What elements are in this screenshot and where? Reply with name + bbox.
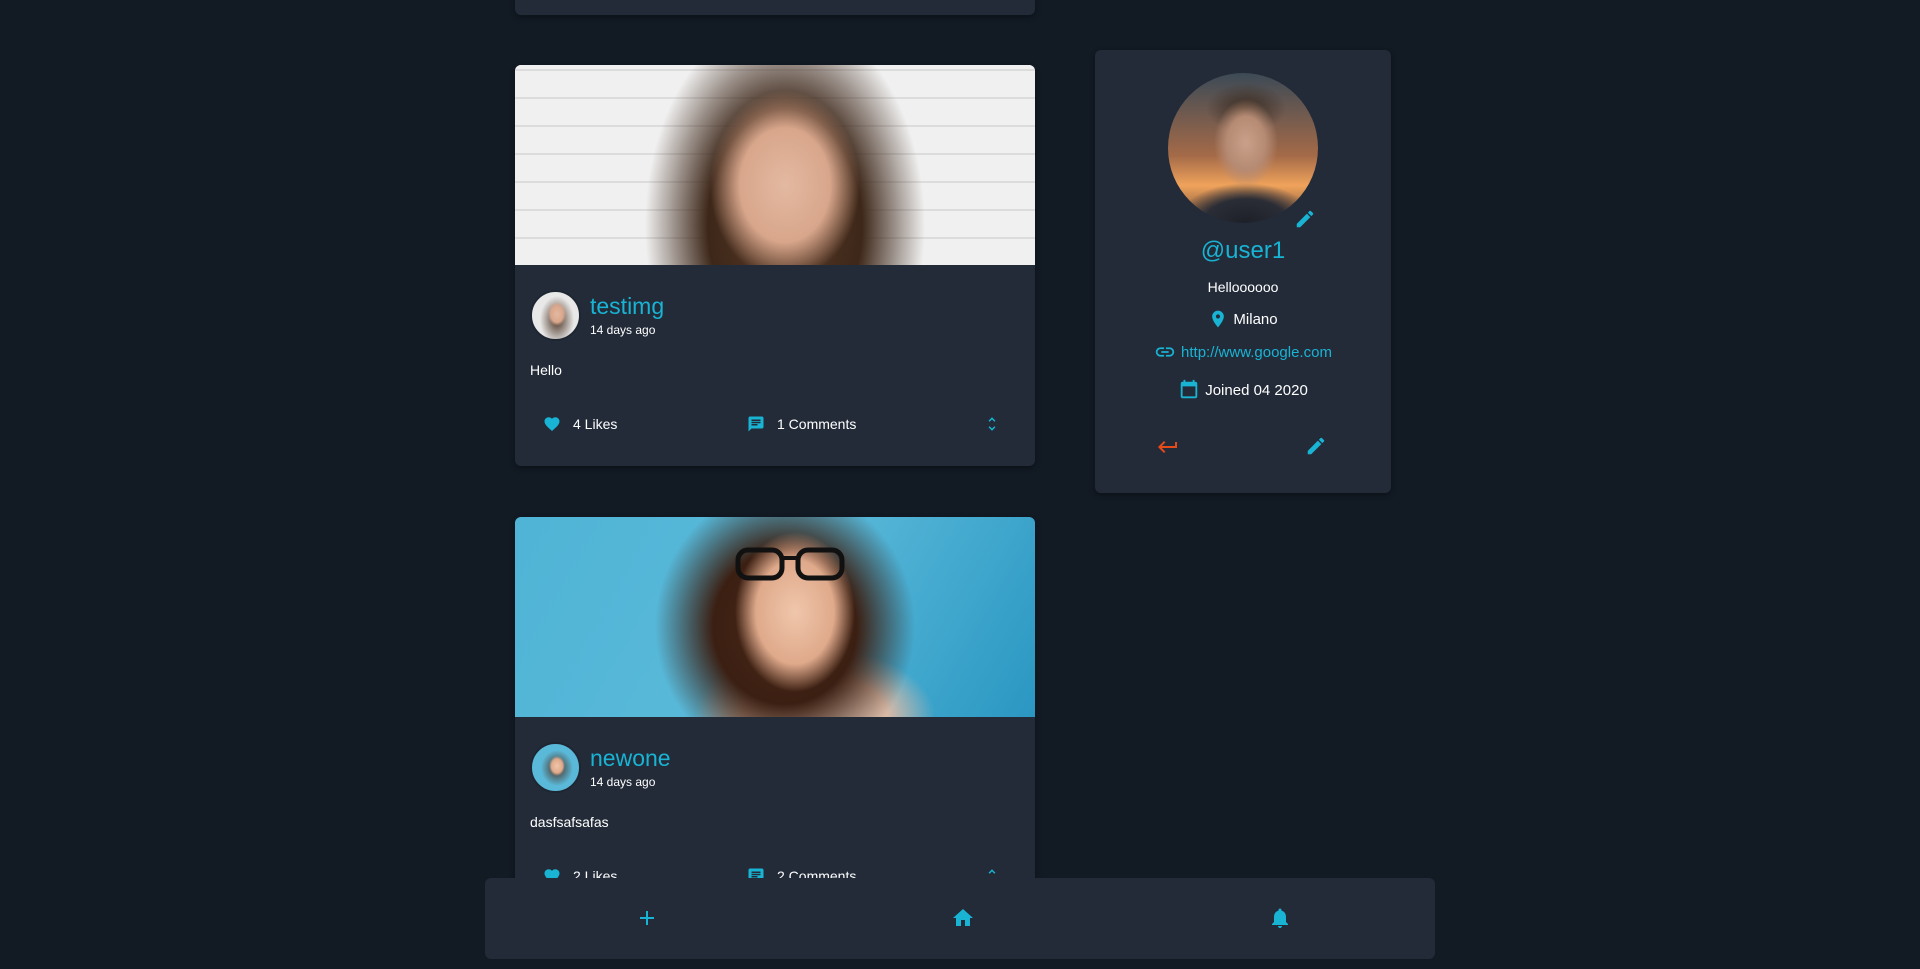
home-button[interactable] xyxy=(951,906,975,935)
unfold-icon xyxy=(988,417,996,431)
post-image[interactable] xyxy=(515,517,1035,717)
logout-button[interactable] xyxy=(1156,435,1180,464)
profile-website-text[interactable]: http://www.google.com xyxy=(1181,344,1332,361)
link-icon xyxy=(1155,347,1175,357)
new-post-button[interactable] xyxy=(635,906,659,935)
profile-bio: Helloooooo xyxy=(1207,279,1279,295)
glasses-illustration xyxy=(735,547,845,581)
comments-button[interactable]: 1 Comments xyxy=(747,415,983,433)
expand-comments-button[interactable] xyxy=(983,413,1001,435)
like-button[interactable]: 4 Likes xyxy=(543,415,747,433)
profile-joined: Joined 04 2020 xyxy=(1095,378,1391,402)
bottom-navigation xyxy=(485,878,1435,959)
post-author-avatar[interactable] xyxy=(530,289,581,341)
post-timestamp: 14 days ago xyxy=(590,323,656,337)
post-card: testimg 14 days ago Hello 4 Likes 1 Comm… xyxy=(515,65,1035,466)
map-marker-icon xyxy=(1212,310,1225,328)
pencil-icon xyxy=(1296,210,1314,228)
post-card-previous xyxy=(515,0,1035,15)
notifications-button[interactable] xyxy=(1268,906,1292,935)
post-actions: 4 Likes 1 Comments xyxy=(530,412,1020,436)
profile-location-text: Milano xyxy=(1233,310,1278,328)
profile-avatar xyxy=(1168,73,1318,223)
profile-card: @user1 Helloooooo Milano http://www.goog… xyxy=(1095,50,1391,493)
post-author-name[interactable]: newone xyxy=(590,744,671,772)
pencil-icon xyxy=(1307,437,1325,455)
profile-handle[interactable]: @user1 xyxy=(1095,237,1391,265)
calendar-icon xyxy=(1180,379,1198,399)
profile-website-link[interactable]: http://www.google.com xyxy=(1095,341,1391,363)
post-body: Hello xyxy=(530,362,562,378)
post-card: newone 14 days ago dasfsafsafas 2 Likes … xyxy=(515,517,1035,937)
edit-profile-button[interactable] xyxy=(1305,435,1327,462)
heart-icon xyxy=(544,417,560,432)
like-count: 4 Likes xyxy=(573,416,618,432)
keyboard-return-icon xyxy=(1158,441,1177,453)
comment-icon xyxy=(748,416,764,432)
profile-joined-text: Joined 04 2020 xyxy=(1205,381,1308,399)
home-icon xyxy=(953,909,973,926)
profile-location: Milano xyxy=(1095,308,1391,330)
post-author-name[interactable]: testimg xyxy=(590,292,664,320)
post-author-avatar[interactable] xyxy=(530,741,581,793)
post-image[interactable] xyxy=(515,65,1035,265)
post-body: dasfsafsafas xyxy=(530,814,609,830)
plus-icon xyxy=(640,911,654,925)
edit-avatar-button[interactable] xyxy=(1294,208,1316,235)
post-timestamp: 14 days ago xyxy=(590,775,656,789)
bell-icon xyxy=(1272,908,1288,928)
comment-count: 1 Comments xyxy=(777,416,857,432)
